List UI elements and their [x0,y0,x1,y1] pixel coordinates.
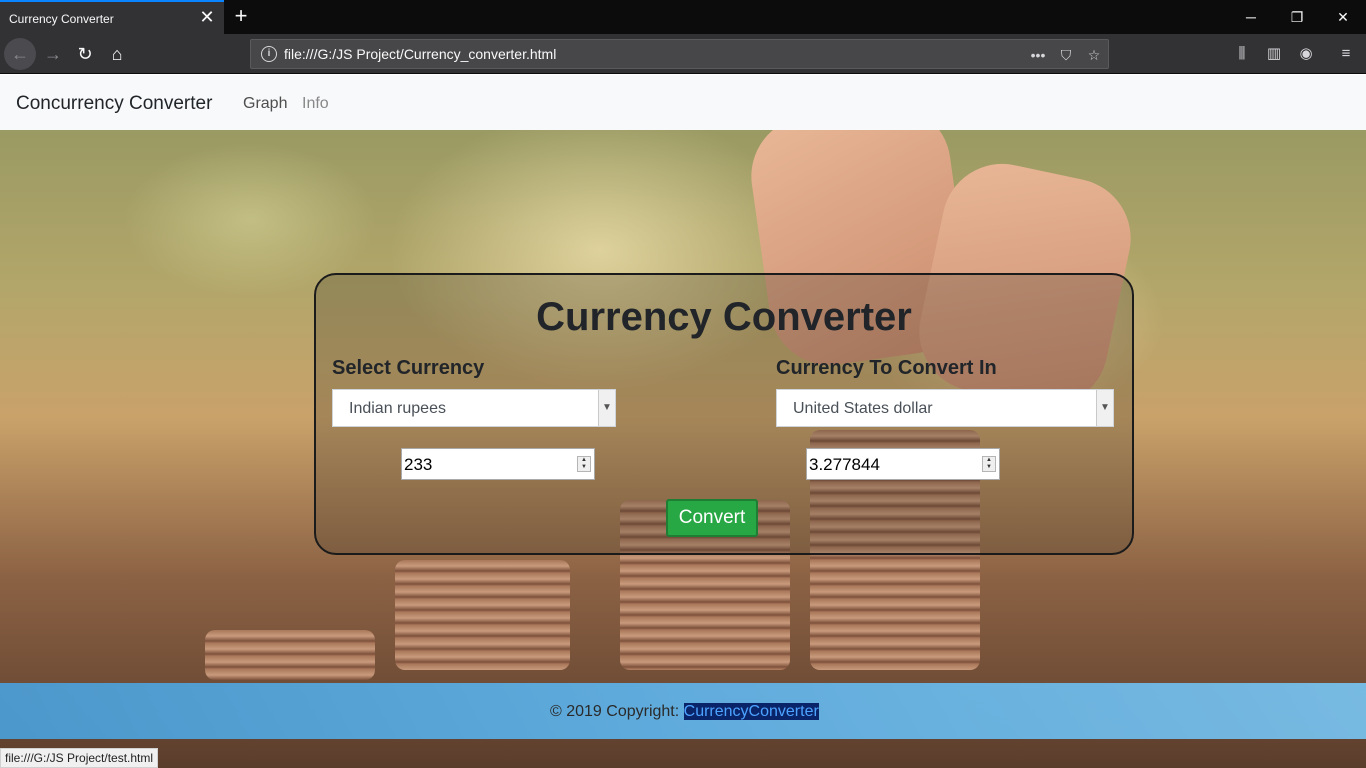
more-actions-icon[interactable]: ••• [1027,44,1049,66]
to-currency-label: Currency To Convert In [776,357,997,379]
footer: © 2019 Copyright: CurrencyConverter [0,683,1366,739]
result-input[interactable]: 3.277844 ▲ ▼ [806,448,1000,480]
pocket-icon[interactable]: ⛉ [1055,44,1077,66]
spinner-icon[interactable]: ▲ ▼ [577,456,591,472]
from-currency-label: Select Currency [332,357,485,379]
to-currency-select[interactable]: United States dollar ▼ [776,389,1114,427]
address-bar[interactable]: i file:///G:/JS Project/Currency_convert… [250,39,1109,69]
web-page: Concurrency Converter Graph Info Currenc… [0,75,1366,768]
coin-stack [205,630,375,680]
restore-icon[interactable]: ❐ [1274,0,1320,34]
browser-toolbar: ← → ↻ ⌂ i file:///G:/JS Project/Currency… [0,34,1366,74]
brand-link[interactable]: Concurrency Converter [16,93,212,115]
home-icon[interactable]: ⌂ [101,38,133,70]
spinner-icon[interactable]: ▲ ▼ [982,456,996,472]
page-title: Currency Converter [536,295,912,339]
site-navbar: Concurrency Converter Graph Info [0,75,1366,130]
close-icon[interactable]: ✕ [198,8,216,26]
chevron-down-icon[interactable]: ▼ [598,390,615,426]
library-icon[interactable]: ⫼ [1230,42,1254,66]
minimize-icon[interactable]: ─ [1228,0,1274,34]
convert-button[interactable]: Convert [666,499,758,537]
back-icon[interactable]: ← [4,38,36,70]
footer-copyright: © 2019 Copyright: CurrencyConverter [550,703,819,721]
footer-link[interactable]: CurrencyConverter [683,703,819,720]
menu-icon[interactable]: ≡ [1334,42,1358,66]
amount-value: 233 [404,455,433,474]
converter-card: Currency Converter Select Currency Curre… [314,273,1134,555]
reload-icon[interactable]: ↻ [69,38,101,70]
bookmark-star-icon[interactable]: ☆ [1083,44,1105,66]
result-value: 3.277844 [809,455,880,474]
plus-icon[interactable]: + [229,4,253,28]
browser-tab[interactable]: Currency Converter ✕ [0,0,224,34]
window-close-icon[interactable]: ✕ [1320,0,1366,34]
coin-stack [395,560,570,670]
from-currency-value: Indian rupees [349,400,446,417]
amount-input[interactable]: 233 ▲ ▼ [401,448,595,480]
copyright-text: © 2019 Copyright: [550,703,684,720]
url-text[interactable]: file:///G:/JS Project/Currency_converter… [284,46,556,62]
to-currency-value: United States dollar [793,400,933,417]
nav-graph[interactable]: Graph [243,95,287,113]
tab-bar: Currency Converter ✕ + ─ ❐ ✕ [0,0,1366,34]
account-icon[interactable]: ◉ [1294,42,1318,66]
sidebar-icon[interactable]: ▥ [1262,42,1286,66]
tab-title: Currency Converter [9,12,114,26]
nav-info[interactable]: Info [302,95,329,113]
chevron-down-icon[interactable]: ▼ [1096,390,1113,426]
info-icon[interactable]: i [261,46,277,62]
forward-icon[interactable]: → [37,38,69,70]
status-bar-url: file:///G:/JS Project/test.html [0,748,159,768]
from-currency-select[interactable]: Indian rupees ▼ [332,389,616,427]
